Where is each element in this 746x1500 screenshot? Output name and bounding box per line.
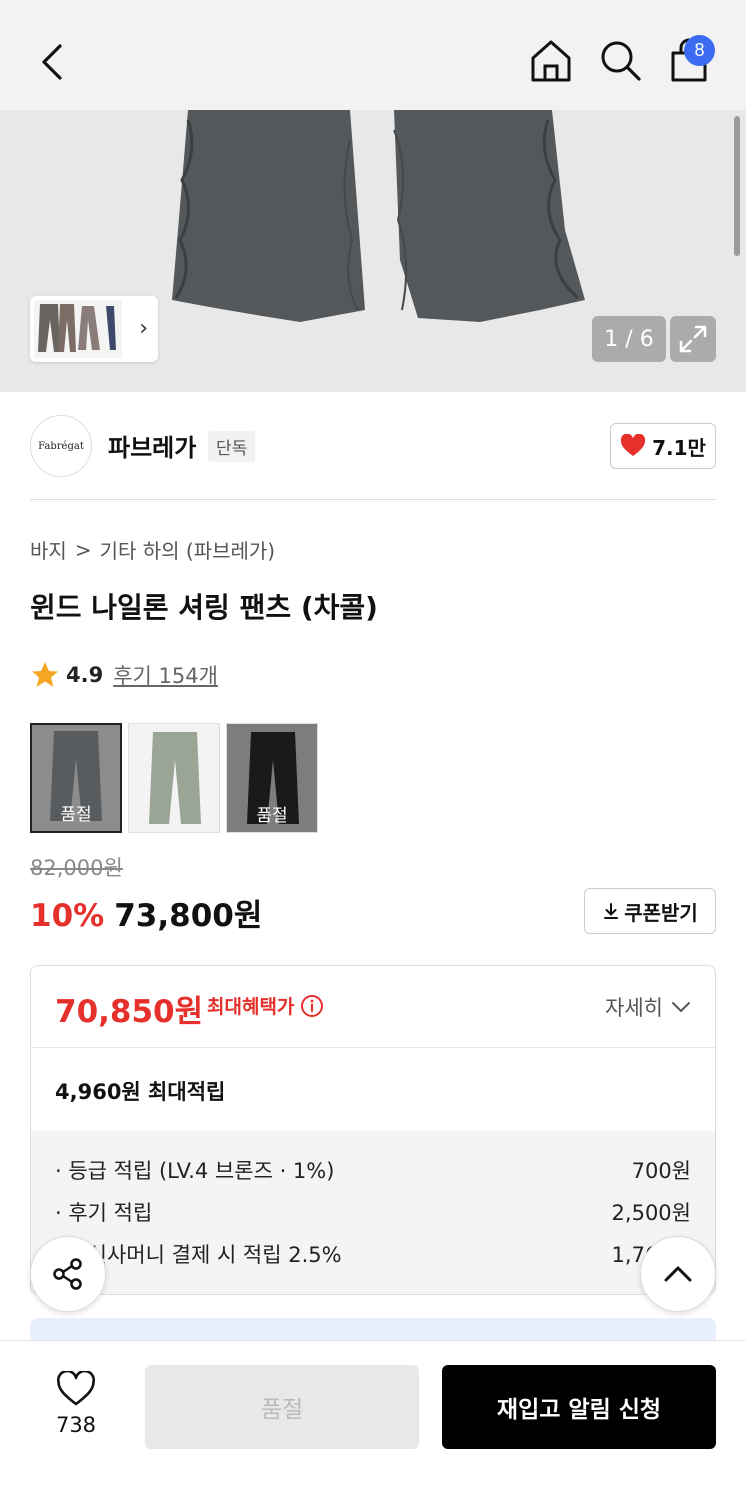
color-option-black[interactable]: 품절 (226, 723, 318, 833)
wishlist-count: 738 (55, 1413, 97, 1437)
share-icon (53, 1258, 82, 1290)
coupon-button[interactable]: 쿠폰받기 (584, 888, 716, 934)
heart-filled-icon (620, 434, 646, 456)
brand-logo[interactable]: Fabrégat (30, 415, 92, 477)
cart-count-badge: 8 (684, 35, 715, 66)
points-row: · 무신사머니 결제 시 적립 2.5% 1,760원 (55, 1239, 691, 1269)
original-price: 82,000원 (30, 856, 123, 880)
star-icon (32, 662, 58, 687)
price-row: 10% 73,800원 (30, 890, 262, 935)
coupon-label: 쿠폰받기 (624, 900, 698, 925)
image-counter: 1 / 6 (592, 316, 666, 362)
image-scrollbar[interactable] (734, 116, 740, 256)
brand-name[interactable]: 파브레가 (108, 428, 196, 463)
thumbnail-strip[interactable]: › (30, 296, 158, 362)
color-option-charcoal[interactable]: 품절 (30, 723, 122, 833)
points-row-label: · 등급 적립 (LV.4 브론즈 · 1%) (55, 1159, 335, 1183)
back-button[interactable] (30, 38, 78, 86)
detail-label: 자세히 (605, 996, 663, 1020)
max-benefit-row[interactable]: 70,850원 최대혜택가 자세히 (31, 966, 715, 1048)
max-benefit-label: 최대혜택가 (207, 992, 324, 1019)
divider (30, 499, 716, 500)
max-points-title: 4,960원 최대적립 (55, 1080, 226, 1104)
search-button[interactable] (596, 36, 646, 86)
points-row: · 후기 적립 2,500원 (55, 1197, 691, 1227)
soldout-label: 품절 (60, 805, 92, 825)
rating-score: 4.9 (66, 663, 104, 687)
color-option-khaki[interactable] (128, 723, 220, 833)
home-button[interactable] (526, 36, 576, 86)
thumbnail-image (34, 300, 122, 358)
download-icon (604, 903, 619, 919)
discount-rate: 10% (30, 898, 105, 934)
points-row-value: 700원 (631, 1159, 691, 1183)
scroll-top-button[interactable] (640, 1236, 716, 1312)
breadcrumb-separator: > (74, 537, 92, 562)
breadcrumb: 바지 > 기타 하의 (파브레가) (30, 535, 275, 564)
chevron-down-icon (672, 1002, 690, 1013)
bottom-action-bar: 738 품절 재입고 알림 신청 (0, 1340, 746, 1500)
expand-button[interactable] (670, 316, 716, 362)
chevron-left-icon (42, 44, 62, 80)
review-link[interactable]: 후기 154개 (113, 660, 218, 690)
home-icon (531, 40, 571, 82)
max-benefit-price: 70,850원 (55, 994, 204, 1030)
info-icon[interactable] (300, 994, 324, 1018)
detail-toggle[interactable]: 자세히 (605, 992, 691, 1022)
brand-like-button[interactable]: 7.1만 (610, 423, 716, 469)
points-breakdown: · 등급 적립 (LV.4 브론즈 · 1%) 700원 · 후기 적립 2,5… (31, 1131, 715, 1294)
restock-alert-button[interactable]: 재입고 알림 신청 (442, 1365, 716, 1449)
max-benefit-text: 최대혜택가 (207, 996, 295, 1018)
product-image-gallery[interactable]: › 1 / 6 (0, 110, 746, 392)
chevron-up-icon (664, 1266, 692, 1282)
points-row-value: 2,500원 (611, 1201, 691, 1225)
breadcrumb-item[interactable]: 바지 (30, 535, 67, 564)
rating-row: 4.9 후기 154개 (30, 660, 218, 690)
color-options: 품절 품절 (30, 723, 318, 833)
sale-price: 73,800원 (114, 898, 263, 934)
expand-icon (679, 325, 707, 353)
exclusive-badge: 단독 (208, 431, 256, 462)
soldout-button[interactable]: 품절 (145, 1365, 419, 1449)
heart-outline-icon (56, 1369, 96, 1406)
points-row-label: · 후기 적립 (55, 1201, 153, 1225)
soldout-label: 품절 (256, 806, 288, 826)
color-option-image (129, 724, 219, 832)
product-title: 윈드 나일론 셔링 팬츠 (차콜) (30, 591, 378, 624)
share-button[interactable] (30, 1236, 106, 1312)
chevron-right-icon: › (139, 316, 148, 341)
brand-like-count: 7.1만 (652, 435, 706, 460)
points-row: · 등급 적립 (LV.4 브론즈 · 1%) 700원 (55, 1155, 691, 1185)
wishlist-button[interactable]: 738 (40, 1369, 112, 1437)
top-navigation-bar: 8 (0, 0, 746, 110)
benefit-box: 70,850원 최대혜택가 자세히 4,960원 최대적립 · 등급 적립 (L… (30, 965, 716, 1295)
search-icon (601, 41, 641, 81)
breadcrumb-item[interactable]: 기타 하의 (파브레가) (100, 535, 276, 564)
